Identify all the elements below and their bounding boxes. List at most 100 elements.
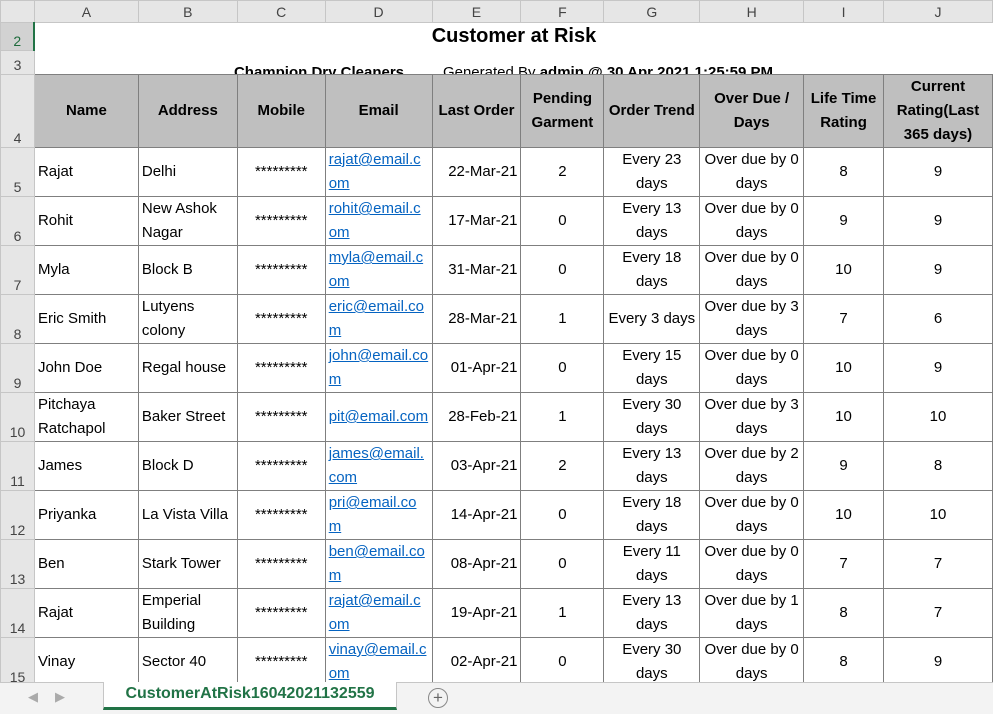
cell-mobile[interactable]: ********* [236,490,326,540]
row-header[interactable]: 13 [0,539,35,589]
cell-mobile[interactable]: ********* [236,294,326,344]
cell-current-rating[interactable]: 10 [882,490,993,540]
cell-last-order[interactable]: 31-Mar-21 [431,245,522,295]
cell-address[interactable]: New Ashok Nagar [137,196,238,246]
column-header[interactable]: B [137,0,238,23]
row-header[interactable]: 7 [0,245,35,295]
column-header[interactable]: D [324,0,433,23]
cell-email[interactable]: myla@email.com [324,245,433,295]
cell-over-due[interactable]: Over due by 0 days [699,196,805,246]
cell-last-order[interactable]: 28-Feb-21 [431,392,522,442]
cell-email[interactable]: james@email.com [324,441,433,491]
cell-mobile[interactable]: ********* [236,588,326,638]
row-header[interactable]: 3 [0,50,35,75]
cell-order-trend[interactable]: Every 23 days [603,147,701,197]
cell-over-due[interactable]: Over due by 3 days [699,392,805,442]
cell-pending-garment[interactable]: 0 [520,490,605,540]
cell-email[interactable]: vinay@email.com [324,637,433,687]
cell-pending-garment[interactable]: 1 [520,588,605,638]
cell-address[interactable]: Block D [137,441,238,491]
cell-address[interactable]: Emperial Building [137,588,238,638]
cell-order-trend[interactable]: Every 13 days [603,441,701,491]
row-header[interactable]: 15 [0,637,35,687]
cell-order-trend[interactable]: Every 13 days [603,196,701,246]
row-header[interactable]: 5 [0,147,35,197]
cell-order-trend[interactable]: Every 3 days [603,294,701,344]
cell-over-due[interactable]: Over due by 3 days [699,294,805,344]
cell-life-time-rating[interactable]: 10 [803,343,884,393]
column-header[interactable]: A [33,0,139,23]
cell-current-rating[interactable]: 8 [882,441,993,491]
header-last-order[interactable]: Last Order [431,74,522,148]
row-header[interactable]: 14 [0,588,35,638]
row-header[interactable]: 9 [0,343,35,393]
cell-pending-garment[interactable]: 0 [520,637,605,687]
cell-mobile[interactable]: ********* [236,245,326,295]
cell-pending-garment[interactable]: 0 [520,196,605,246]
cell-order-trend[interactable]: Every 30 days [603,637,701,687]
cell-life-time-rating[interactable]: 9 [803,196,884,246]
cell-address[interactable]: Block B [137,245,238,295]
cell-mobile[interactable]: ********* [236,539,326,589]
cell-address[interactable]: Lutyens colony [137,294,238,344]
cell-address[interactable]: La Vista Villa [137,490,238,540]
cell-last-order[interactable]: 03-Apr-21 [431,441,522,491]
cell-order-trend[interactable]: Every 18 days [603,245,701,295]
cell-order-trend[interactable]: Every 30 days [603,392,701,442]
cell-name[interactable]: James [33,441,139,491]
cell-pending-garment[interactable]: 0 [520,539,605,589]
cell-pending-garment[interactable]: 0 [520,343,605,393]
cell-pending-garment[interactable]: 1 [520,294,605,344]
cell-name[interactable]: Vinay [33,637,139,687]
report-title[interactable]: Customer at Risk [34,23,992,51]
plus-circle-icon[interactable]: + [428,688,448,708]
cell-mobile[interactable]: ********* [236,196,326,246]
cell-email[interactable]: rajat@email.com [324,147,433,197]
cell-current-rating[interactable]: 9 [882,196,993,246]
cell-last-order[interactable]: 17-Mar-21 [431,196,522,246]
chevron-right-icon[interactable]: ▶ [55,689,65,705]
cell-mobile[interactable]: ********* [236,637,326,687]
cell-order-trend[interactable]: Every 18 days [603,490,701,540]
cell-life-time-rating[interactable]: 9 [803,441,884,491]
cell-pending-garment[interactable]: 2 [520,441,605,491]
cell-name[interactable]: Rajat [33,588,139,638]
row-header[interactable]: 11 [0,441,35,491]
row-header[interactable]: 4 [0,74,35,148]
cell-last-order[interactable]: 19-Apr-21 [431,588,522,638]
cell-name[interactable]: Myla [33,245,139,295]
cell-order-trend[interactable]: Every 11 days [603,539,701,589]
cell-address[interactable]: Delhi [137,147,238,197]
cell-current-rating[interactable]: 9 [882,343,993,393]
cell-over-due[interactable]: Over due by 0 days [699,147,805,197]
column-header[interactable]: F [520,0,605,23]
cell-order-trend[interactable]: Every 15 days [603,343,701,393]
cell-current-rating[interactable]: 10 [882,392,993,442]
cell-current-rating[interactable]: 7 [882,539,993,589]
header-email[interactable]: Email [324,74,433,148]
header-life-time-rating[interactable]: Life Time Rating [803,74,884,148]
cell-email[interactable]: pit@email.com [324,392,433,442]
cell-email[interactable]: rohit@email.com [324,196,433,246]
header-address[interactable]: Address [137,74,238,148]
cell-name[interactable]: Priyanka [33,490,139,540]
column-header[interactable]: J [882,0,993,23]
cell-last-order[interactable]: 22-Mar-21 [431,147,522,197]
cell-name[interactable]: Rohit [33,196,139,246]
cell-address[interactable]: Stark Tower [137,539,238,589]
cell-address[interactable]: Baker Street [137,392,238,442]
cell-over-due[interactable]: Over due by 1 days [699,588,805,638]
chevron-left-icon[interactable]: ◀ [28,689,38,705]
cell-current-rating[interactable]: 7 [882,588,993,638]
cell-current-rating[interactable]: 9 [882,245,993,295]
cell-over-due[interactable]: Over due by 0 days [699,539,805,589]
cell-last-order[interactable]: 08-Apr-21 [431,539,522,589]
cell-email[interactable]: pri@email.com [324,490,433,540]
cell-pending-garment[interactable]: 1 [520,392,605,442]
cell-email[interactable]: rajat@email.com [324,588,433,638]
cell-last-order[interactable]: 14-Apr-21 [431,490,522,540]
cell-current-rating[interactable]: 9 [882,147,993,197]
cell-current-rating[interactable]: 6 [882,294,993,344]
cell-name[interactable]: Ben [33,539,139,589]
cell-name[interactable]: Rajat [33,147,139,197]
